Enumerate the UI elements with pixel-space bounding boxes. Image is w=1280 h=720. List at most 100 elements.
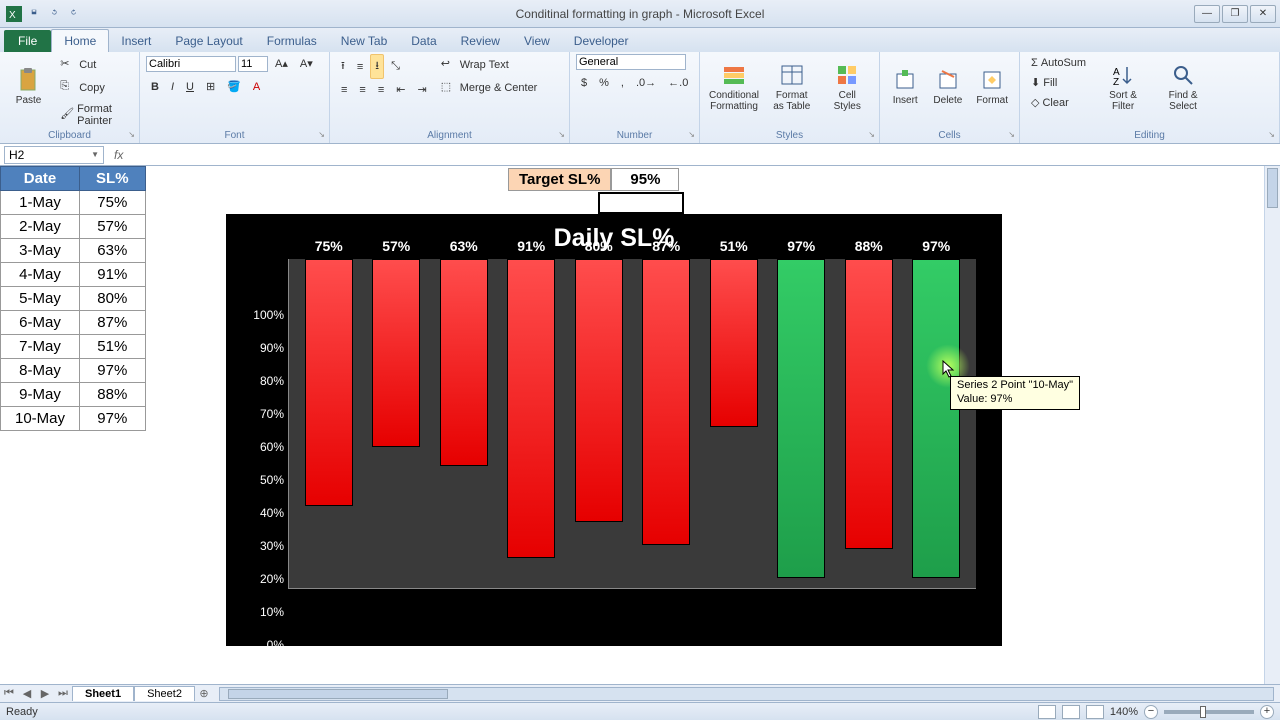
fill-color-button[interactable]: 🪣 [222, 77, 246, 96]
format-as-table-button[interactable]: Format as Table [766, 54, 818, 120]
wrap-text-button[interactable]: ↩Wrap Text [436, 54, 543, 76]
font-color-button[interactable]: A [248, 78, 265, 96]
align-left-button[interactable]: ≡ [336, 81, 352, 99]
align-right-button[interactable]: ≡ [373, 81, 389, 99]
bar[interactable]: 87% [642, 259, 690, 545]
file-tab[interactable]: File [4, 30, 51, 52]
close-button[interactable]: ✕ [1250, 5, 1276, 23]
zoom-slider[interactable] [1164, 710, 1254, 714]
bold-button[interactable]: B [146, 78, 164, 96]
align-center-button[interactable]: ≡ [354, 81, 370, 99]
tab-formulas[interactable]: Formulas [255, 30, 329, 52]
vertical-scrollbar[interactable] [1264, 166, 1280, 684]
font-size-input[interactable] [238, 56, 268, 72]
bar[interactable]: 88% [845, 259, 893, 549]
sheet-nav-prev[interactable]: ◀ [18, 687, 36, 700]
increase-decimal-button[interactable]: .0→ [631, 74, 661, 92]
maximize-button[interactable]: ❐ [1222, 5, 1248, 23]
copy-button[interactable]: ⎘Copy [55, 77, 133, 99]
bar-column[interactable]: 91% [498, 259, 566, 588]
underline-button[interactable]: U [181, 78, 199, 96]
bar[interactable]: 91% [507, 259, 555, 558]
find-select-button[interactable]: Find & Select [1155, 54, 1211, 120]
bar[interactable]: 75% [305, 259, 353, 506]
bar-column[interactable]: 97% [768, 259, 836, 588]
tab-view[interactable]: View [512, 30, 562, 52]
bar-column[interactable]: 80% [565, 259, 633, 588]
italic-button[interactable]: I [166, 78, 179, 96]
zoom-in-button[interactable]: + [1260, 705, 1274, 719]
tab-insert[interactable]: Insert [109, 30, 163, 52]
zoom-out-button[interactable]: − [1144, 705, 1158, 719]
bar[interactable]: 57% [372, 259, 420, 447]
table-row[interactable]: 7-May51% [1, 335, 146, 359]
new-sheet-button[interactable]: ⊕ [195, 687, 213, 700]
bar[interactable]: 80% [575, 259, 623, 522]
minimize-button[interactable]: — [1194, 5, 1220, 23]
merge-center-button[interactable]: ⬚Merge & Center [436, 77, 543, 99]
table-row[interactable]: 3-May63% [1, 239, 146, 263]
tab-new-tab[interactable]: New Tab [329, 30, 399, 52]
increase-font-button[interactable]: A▴ [270, 54, 293, 73]
zoom-thumb[interactable] [1200, 706, 1206, 718]
tab-page-layout[interactable]: Page Layout [163, 30, 254, 52]
bar-column[interactable]: 63% [430, 259, 498, 588]
bar[interactable]: 63% [440, 259, 488, 466]
fill-button[interactable]: ⬇Fill [1026, 73, 1091, 92]
increase-indent-button[interactable]: ⇥ [412, 80, 431, 99]
currency-button[interactable]: $ [576, 74, 592, 92]
autosum-button[interactable]: ΣAutoSum [1026, 54, 1091, 72]
save-icon[interactable] [26, 6, 42, 22]
fx-icon[interactable]: fx [108, 148, 129, 162]
insert-cells-button[interactable]: Insert [886, 54, 924, 120]
bar[interactable]: 97% [912, 259, 960, 578]
number-format-select[interactable] [576, 54, 686, 70]
delete-cells-button[interactable]: Delete [928, 54, 967, 120]
table-row[interactable]: 10-May97% [1, 407, 146, 431]
worksheet[interactable]: DateSL%1-May75%2-May57%3-May63%4-May91%5… [0, 166, 1280, 684]
align-middle-button[interactable]: ≡ [352, 58, 368, 76]
conditional-formatting-button[interactable]: Conditional Formatting [706, 54, 762, 120]
percent-button[interactable]: % [594, 74, 614, 92]
sheet-nav-next[interactable]: ▶ [36, 687, 54, 700]
bar[interactable]: 97% [777, 259, 825, 578]
table-row[interactable]: 9-May88% [1, 383, 146, 407]
view-break-button[interactable] [1086, 705, 1104, 719]
sheet-tab-2[interactable]: Sheet2 [134, 686, 195, 701]
align-bottom-button[interactable]: ⭳ [370, 54, 384, 79]
table-row[interactable]: 6-May87% [1, 311, 146, 335]
sheet-nav-last[interactable]: ⏭ [54, 687, 72, 700]
horizontal-scrollbar[interactable] [219, 687, 1274, 701]
tab-home[interactable]: Home [51, 29, 109, 52]
tab-data[interactable]: Data [399, 30, 448, 52]
table-row[interactable]: 1-May75% [1, 191, 146, 215]
format-painter-button[interactable]: 🖌Format Painter [55, 100, 133, 130]
comma-button[interactable]: , [616, 74, 629, 92]
cell-styles-button[interactable]: Cell Styles [822, 54, 874, 120]
bar[interactable]: 51% [710, 259, 758, 427]
scrollbar-thumb[interactable] [1267, 168, 1278, 208]
decrease-font-button[interactable]: A▾ [295, 54, 318, 73]
view-normal-button[interactable] [1038, 705, 1056, 719]
paste-button[interactable]: Paste [6, 54, 51, 120]
bar-column[interactable]: 75% [295, 259, 363, 588]
decrease-indent-button[interactable]: ⇤ [391, 80, 410, 99]
align-top-button[interactable]: ⭱ [336, 54, 350, 79]
hscroll-thumb[interactable] [228, 689, 448, 699]
formula-input[interactable] [129, 148, 1280, 162]
redo-icon[interactable] [66, 6, 82, 22]
clear-button[interactable]: ◇Clear [1026, 93, 1091, 112]
sheet-nav-first[interactable]: ⏮ [0, 687, 18, 700]
cut-button[interactable]: ✂Cut [55, 54, 133, 76]
tab-developer[interactable]: Developer [562, 30, 641, 52]
bar-column[interactable]: 88% [835, 259, 903, 588]
sheet-tab-1[interactable]: Sheet1 [72, 686, 134, 701]
tab-review[interactable]: Review [449, 30, 512, 52]
chart-container[interactable]: Daily SL% 0%10%20%30%40%50%60%70%80%90%1… [226, 214, 1002, 646]
font-family-input[interactable] [146, 56, 236, 72]
undo-icon[interactable] [46, 6, 62, 22]
table-row[interactable]: 2-May57% [1, 215, 146, 239]
orientation-button[interactable]: ⤡ [386, 57, 405, 76]
bar-column[interactable]: 97% [903, 259, 971, 588]
table-row[interactable]: 5-May80% [1, 287, 146, 311]
